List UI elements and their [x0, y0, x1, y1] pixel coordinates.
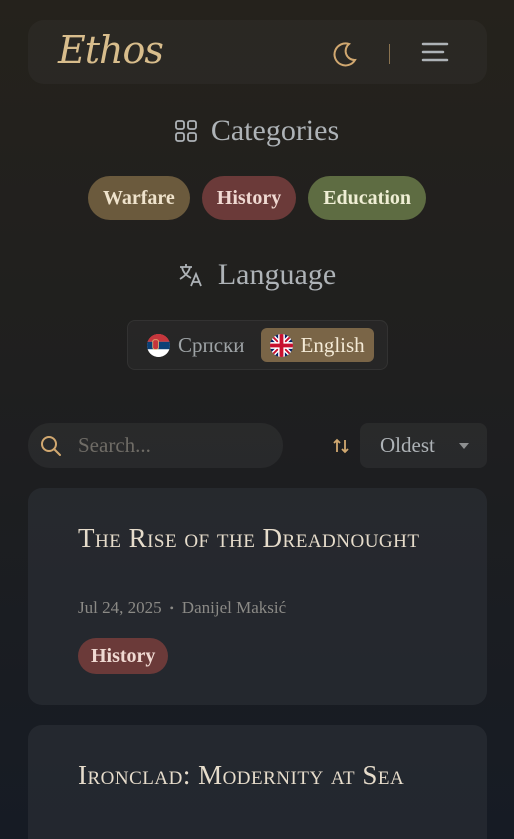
language-label-serbian: Српски [178, 332, 245, 357]
moon-icon[interactable] [329, 38, 359, 68]
logo[interactable]: Ethos [58, 28, 164, 72]
header: Ethos [28, 20, 487, 84]
search-input[interactable] [78, 433, 268, 458]
category-chip-education[interactable]: Education [308, 176, 427, 220]
chevron-down-icon [459, 443, 469, 449]
article-author: Danijel Maksić [181, 598, 287, 617]
hamburger-menu-icon[interactable] [421, 40, 449, 64]
language-title: Language [217, 258, 337, 291]
serbia-flag-icon [147, 333, 170, 357]
language-option-english[interactable]: English [260, 328, 374, 362]
header-divider [389, 44, 390, 64]
meta-separator: • [169, 600, 174, 615]
language-label-english: English [300, 332, 365, 357]
sort-selected-value: Oldest [380, 433, 435, 457]
category-chip-warfare[interactable]: Warfare [87, 176, 190, 220]
categories-heading: Categories [0, 114, 514, 148]
sort-arrows-icon[interactable] [331, 436, 351, 456]
article-card[interactable]: The Rise of the Dreadnought Jul 24, 2025… [28, 488, 487, 705]
article-date: Jul 24, 2025 [78, 598, 162, 617]
language-heading: Language [0, 258, 514, 292]
article-tag-history[interactable]: History [78, 638, 169, 674]
category-chips: Warfare History Education [0, 176, 514, 220]
categories-title: Categories [210, 114, 340, 147]
article-meta: Jul 24, 2025 • Danijel Maksić [78, 598, 286, 618]
search-icon [41, 435, 61, 456]
language-option-serbian[interactable]: Српски [147, 328, 245, 362]
sort-dropdown[interactable]: Oldest [360, 423, 487, 468]
grid-icon [174, 120, 197, 142]
article-title[interactable]: The Rise of the Dreadnought [78, 520, 438, 556]
category-chip-history[interactable]: History [201, 176, 297, 220]
language-switcher: Српски English [127, 320, 388, 370]
uk-flag-icon [269, 333, 293, 357]
translate-icon [179, 264, 202, 287]
article-title[interactable]: Ironclad: Modernity at Sea [78, 757, 438, 793]
article-card[interactable]: Ironclad: Modernity at Sea [28, 725, 487, 839]
search-bar [28, 423, 283, 468]
